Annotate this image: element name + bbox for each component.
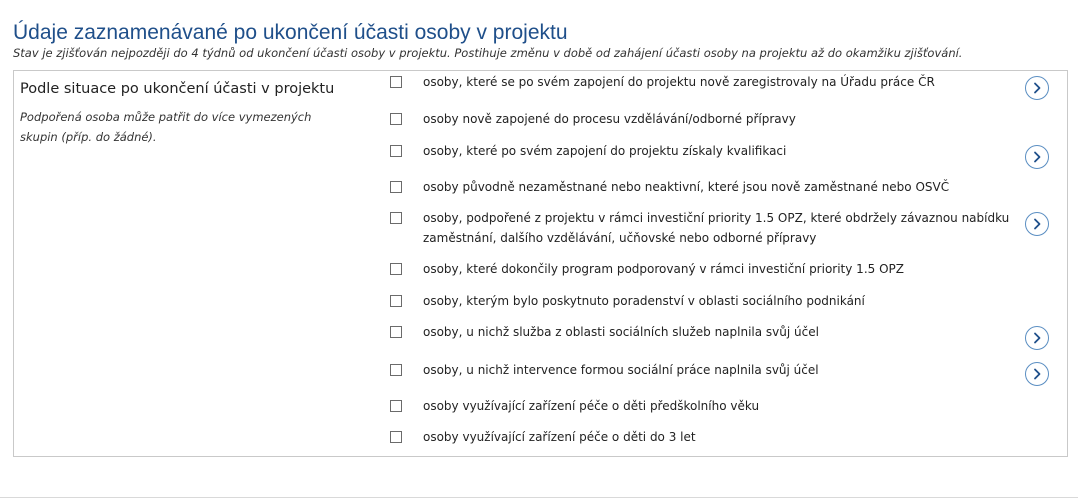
divider [0, 497, 1078, 498]
chevron-right-circle-icon [1034, 218, 1041, 230]
page-subtitle: Stav je zjišťován nejpozději do 4 týdnů … [13, 46, 963, 60]
option-checkbox[interactable] [390, 400, 402, 412]
option-checkbox[interactable] [390, 431, 402, 443]
section-note: Podpořená osoba může patřit do více vyme… [20, 110, 312, 144]
option-checkbox[interactable] [390, 295, 402, 307]
page-title: Údaje zaznamenávané po ukončení účasti o… [13, 21, 568, 44]
option-label: osoby, kterým bylo poskytnuto poradenstv… [423, 294, 865, 308]
option-label: osoby, které po svém zapojení do projekt… [423, 144, 787, 158]
info-button[interactable] [1025, 212, 1049, 236]
option-label: osoby nově zapojené do procesu vzděláván… [423, 112, 796, 126]
chevron-right-circle-icon [1034, 368, 1041, 380]
option-label: osoby původně nezaměstnané nebo neaktivn… [423, 180, 950, 194]
option-label: osoby, které se po svém zapojení do proj… [423, 75, 935, 89]
option-label: osoby, které dokončily program podporova… [423, 262, 904, 276]
option-label: osoby, u nichž služba z oblasti sociální… [423, 325, 819, 339]
option-checkbox[interactable] [390, 364, 402, 376]
option-label: osoby využívající zařízení péče o děti d… [423, 430, 696, 444]
option-checkbox[interactable] [390, 76, 402, 88]
chevron-right-circle-icon [1034, 332, 1041, 344]
option-checkbox[interactable] [390, 113, 402, 125]
option-checkbox[interactable] [390, 145, 402, 157]
info-button[interactable] [1025, 76, 1049, 100]
option-checkbox[interactable] [390, 326, 402, 338]
section-label: Podle situace po ukončení účasti v proje… [20, 81, 335, 97]
option-label: osoby, u nichž intervence formou sociáln… [423, 363, 819, 377]
info-button[interactable] [1025, 145, 1049, 169]
option-checkbox[interactable] [390, 212, 402, 224]
info-button[interactable] [1025, 362, 1049, 386]
chevron-right-circle-icon [1034, 151, 1041, 163]
option-label: osoby využívající zařízení péče o děti p… [423, 399, 760, 413]
option-checkbox[interactable] [390, 181, 402, 193]
chevron-right-circle-icon [1034, 82, 1041, 94]
option-checkbox[interactable] [390, 263, 402, 275]
info-button[interactable] [1025, 326, 1049, 350]
option-label: osoby, podpořené z projektu v rámci inve… [423, 211, 1010, 245]
